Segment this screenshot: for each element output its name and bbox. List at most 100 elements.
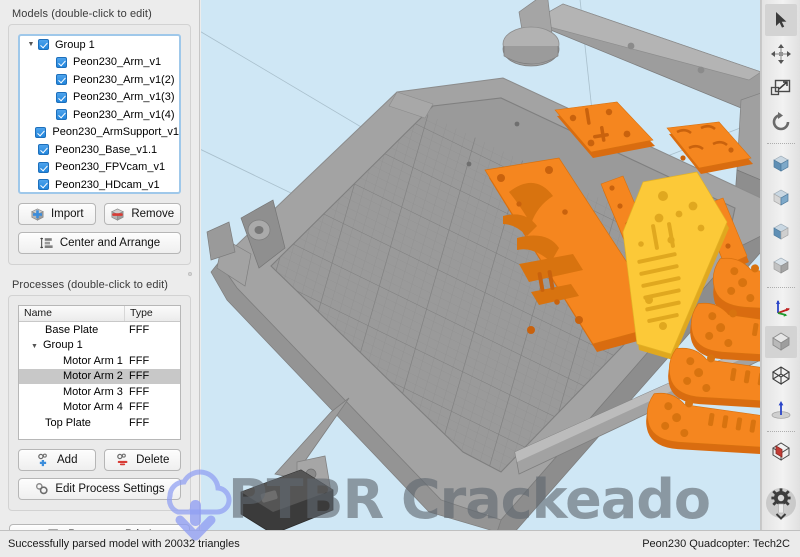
toolbar-separator	[767, 143, 795, 144]
rotate-tool[interactable]	[765, 106, 797, 138]
import-button-label: Import	[50, 208, 84, 220]
model-checkbox[interactable]	[56, 56, 67, 68]
bed-leveling-knob	[502, 26, 560, 67]
right-toolbar	[761, 0, 800, 530]
view-axes-tool[interactable]	[765, 292, 797, 324]
center-arrange-icon	[40, 237, 53, 249]
add-process-icon	[38, 453, 47, 467]
process-name-cell: Motor Arm 2	[63, 370, 123, 383]
model-tree-row[interactable]: Peon230_Arm_v1(4)	[20, 106, 179, 124]
model-tree-row[interactable]: Peon230_Arm_v1	[20, 54, 179, 72]
process-row[interactable]: Motor Arm 1 FFF	[19, 353, 180, 369]
3d-viewport[interactable]	[201, 0, 761, 530]
process-expander-icon[interactable]: ▼	[31, 343, 43, 350]
models-button-row: Import Remove	[18, 203, 181, 225]
process-name-cell: Motor Arm 1	[63, 354, 123, 367]
process-row[interactable]: Motor Arm 4 FFF	[19, 400, 180, 416]
model-checkbox[interactable]	[38, 179, 49, 191]
process-type-cell: FFF	[129, 416, 150, 429]
view-back-tool[interactable]	[765, 216, 797, 248]
process-row[interactable]: Top Plate FFF	[19, 415, 180, 431]
delete-process-icon	[117, 453, 128, 466]
process-row[interactable]: Motor Arm 3 FFF	[19, 384, 180, 400]
gear-icon	[766, 488, 796, 520]
view-left-icon	[773, 257, 789, 274]
model-name-label: Peon230_FPVcam_v1	[55, 161, 166, 174]
view-top-icon	[771, 401, 791, 419]
models-panel-caption: Models (double-click to edit)	[12, 8, 152, 20]
remove-button[interactable]: Remove	[103, 203, 181, 225]
edit-process-settings-button[interactable]: Edit Process Settings	[18, 478, 181, 500]
model-name-label: Peon230_ArmSupport_v1	[52, 126, 179, 139]
center-and-arrange-button[interactable]: Center and Arrange	[18, 232, 181, 254]
process-row[interactable]: ▼ Group 1	[19, 338, 180, 354]
model-checkbox[interactable]	[35, 126, 47, 138]
processes-table[interactable]: Name Type Base Plate FFF ▼ Group 1 Motor Arm…	[18, 305, 181, 440]
scale-tool[interactable]	[765, 72, 797, 104]
edit-process-settings-label: Edit Process Settings	[55, 483, 165, 495]
view-wireframe-tool[interactable]	[765, 360, 797, 392]
model-checkbox[interactable]	[56, 74, 67, 86]
settings-gears-icon	[36, 483, 48, 495]
move-tool-icon	[771, 44, 791, 64]
model-tree-row[interactable]: Peon230_Top_v1.1	[20, 194, 179, 195]
model-tree-row[interactable]: Peon230_Arm_v1(2)	[20, 71, 179, 89]
model-name-label: Peon230_Arm_v1(3)	[73, 91, 175, 104]
model-tree-row[interactable]: Peon230_FPVcam_v1	[20, 159, 179, 177]
cursor-arrow-tool[interactable]	[765, 4, 797, 36]
column-header-name: Name	[24, 307, 53, 319]
process-type-cell: FFF	[129, 354, 150, 367]
cursor-arrow-icon	[776, 12, 787, 28]
view-front-tool[interactable]	[765, 148, 797, 180]
model-checkbox[interactable]	[38, 144, 49, 156]
toolbar-settings-button[interactable]	[764, 484, 798, 524]
status-bar: Successfully parsed model with 20032 tri…	[0, 530, 800, 557]
processes-button-row: Add Delete	[18, 449, 181, 471]
view-back-icon	[773, 223, 789, 240]
process-name-cell: Top Plate	[45, 416, 91, 429]
process-type-cell: FFF	[129, 385, 150, 398]
model-name-label: Peon230_Arm_v1(2)	[73, 73, 175, 86]
model-checkbox[interactable]	[56, 109, 67, 121]
model-tree-row[interactable]: Peon230_Arm_v1(3)	[20, 89, 179, 107]
process-type-cell: FFF	[129, 370, 150, 383]
process-name-cell: Motor Arm 4	[63, 401, 123, 414]
model-name-label: Group 1	[55, 38, 95, 51]
move-tool[interactable]	[765, 38, 797, 70]
model-checkbox[interactable]	[38, 161, 49, 173]
process-name-label: Group 1	[43, 339, 83, 352]
tree-expander-icon[interactable]: ▼	[24, 36, 38, 53]
models-tree[interactable]: ▼ Group 1 Peon230_Arm_v1 Peon230_Arm_v1(2) P…	[18, 34, 181, 194]
view-front-icon	[773, 155, 789, 172]
remove-icon	[111, 207, 125, 221]
model-name-label: Peon230_HDcam_v1	[55, 178, 160, 191]
view-solid-tool[interactable]	[765, 326, 797, 358]
view-top-tool[interactable]	[765, 394, 797, 426]
model-tree-row[interactable]: Peon230_HDcam_v1	[20, 176, 179, 192]
model-name-label: Peon230_Arm_v1	[73, 56, 162, 69]
view-left-tool[interactable]	[765, 250, 797, 282]
cross-section-tool[interactable]	[765, 436, 797, 468]
panel-resize-dot[interactable]	[188, 272, 192, 276]
process-name-cell: ▼ Group 1	[19, 339, 124, 351]
model-checkbox[interactable]	[56, 91, 67, 103]
view-solid-icon	[772, 332, 790, 351]
models-group-box: ▼ Group 1 Peon230_Arm_v1 Peon230_Arm_v1(2) P…	[8, 24, 191, 265]
delete-process-button[interactable]: Delete	[103, 449, 181, 471]
processes-row-list: Base Plate FFF ▼ Group 1 Motor Arm 1 FFF Motor…	[19, 322, 180, 431]
model-tree-row[interactable]: Peon230_Base_v1.1	[20, 141, 179, 159]
center-and-arrange-label: Center and Arrange	[59, 237, 161, 249]
model-checkbox[interactable]	[38, 39, 49, 51]
view-axes-icon	[776, 300, 790, 317]
model-tree-row[interactable]: Peon230_ArmSupport_v1	[20, 124, 179, 142]
process-type-cell: FFF	[129, 401, 150, 414]
view-right-tool[interactable]	[765, 182, 797, 214]
process-row[interactable]: Base Plate FFF	[19, 322, 180, 338]
process-row[interactable]: Motor Arm 2 FFF	[19, 368, 180, 384]
add-process-button[interactable]: Add	[18, 449, 96, 471]
processes-group-box: Name Type Base Plate FFF ▼ Group 1 Motor Arm…	[8, 295, 191, 511]
model-tree-row[interactable]: ▼ Group 1	[20, 36, 179, 54]
import-button[interactable]: Import	[18, 203, 96, 225]
rotate-tool-icon	[772, 112, 790, 131]
toolbar-separator-3	[767, 431, 795, 432]
